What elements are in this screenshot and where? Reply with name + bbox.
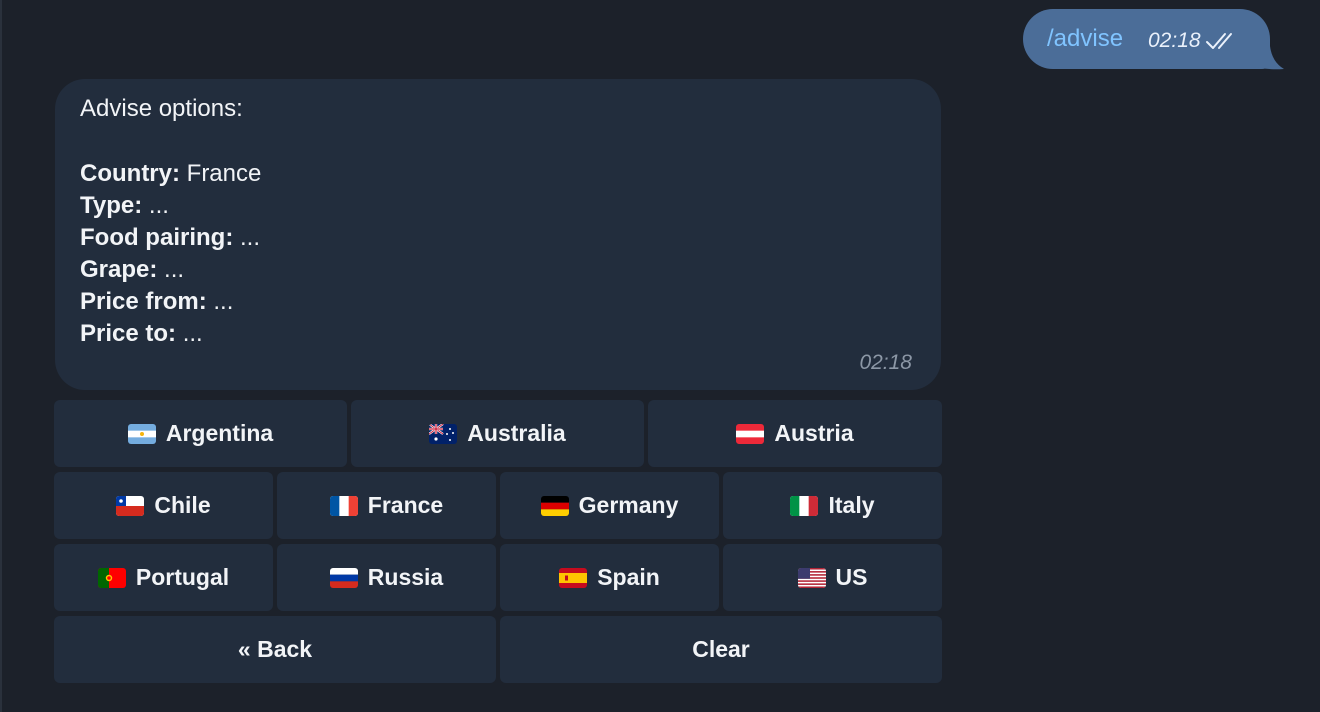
country-label: US xyxy=(835,564,868,590)
incoming-message-time: 02:18 xyxy=(859,351,912,374)
option-value: ... xyxy=(182,320,203,347)
austria-flag-icon xyxy=(736,423,765,444)
country-label: Portugal xyxy=(135,564,230,590)
option-value: ... xyxy=(213,288,234,315)
country-button-spain[interactable]: Spain xyxy=(500,544,719,611)
country-button-austria[interactable]: Austria xyxy=(648,400,942,467)
argentina-flag-icon xyxy=(127,423,156,444)
option-value: ... xyxy=(239,224,260,251)
option-label: Price to: xyxy=(80,320,177,347)
command-link[interactable]: /advise xyxy=(1047,25,1123,53)
option-value: France xyxy=(186,160,262,187)
country-label: Italy xyxy=(828,492,875,518)
option-label: Type: xyxy=(80,192,143,219)
option-label: Grape: xyxy=(80,256,158,283)
country-label: Germany xyxy=(578,492,679,518)
country-button-italy[interactable]: Italy xyxy=(723,472,942,539)
country-button-russia[interactable]: Russia xyxy=(277,544,496,611)
russia-flag-icon xyxy=(329,567,358,588)
incoming-message-bubble: Advise options: Country: France Type: ..… xyxy=(55,79,941,390)
country-button-argentina[interactable]: Argentina xyxy=(54,400,347,467)
chat-left-border xyxy=(0,0,2,712)
spain-flag-icon xyxy=(559,567,588,588)
us-flag-icon xyxy=(797,567,826,588)
country-button-chile[interactable]: Chile xyxy=(54,472,273,539)
message-header: Advise options: xyxy=(80,95,243,122)
country-label: France xyxy=(367,492,444,518)
option-grape: Grape: ... xyxy=(80,254,261,286)
option-value: ... xyxy=(148,192,169,219)
outgoing-bubble-tail xyxy=(1254,46,1284,70)
option-label: Country: xyxy=(80,160,180,187)
option-value: ... xyxy=(164,256,185,283)
country-button-portugal[interactable]: Portugal xyxy=(54,544,273,611)
outgoing-message-time: 02:18 xyxy=(1148,29,1201,52)
option-type: Type: ... xyxy=(80,190,261,222)
chile-flag-icon xyxy=(116,495,145,516)
option-country: Country: France xyxy=(80,158,261,190)
country-button-france[interactable]: France xyxy=(277,472,496,539)
country-label: Spain xyxy=(597,564,660,590)
option-label: Price from: xyxy=(80,288,207,315)
country-button-australia[interactable]: Australia xyxy=(351,400,644,467)
country-button-germany[interactable]: Germany xyxy=(500,472,719,539)
country-label: Australia xyxy=(467,420,566,446)
germany-flag-icon xyxy=(540,495,569,516)
back-button[interactable]: « Back xyxy=(54,616,496,683)
outgoing-message-meta: 02:18 xyxy=(1148,29,1239,53)
italy-flag-icon xyxy=(790,495,819,516)
country-button-us[interactable]: US xyxy=(723,544,942,611)
option-food-pairing: Food pairing: ... xyxy=(80,222,261,254)
country-label: Argentina xyxy=(165,420,274,446)
option-price-to: Price to: ... xyxy=(80,318,261,350)
options-list: Country: France Type: ... Food pairing: … xyxy=(80,158,261,350)
france-flag-icon xyxy=(329,495,358,516)
double-check-icon xyxy=(1205,33,1232,49)
option-price-from: Price from: ... xyxy=(80,286,261,318)
country-label: Chile xyxy=(154,492,211,518)
outgoing-message-bubble[interactable]: /advise 02:18 xyxy=(1023,9,1270,69)
country-label: Russia xyxy=(367,564,444,590)
country-label: Austria xyxy=(774,420,854,446)
clear-button[interactable]: Clear xyxy=(500,616,942,683)
option-label: Food pairing: xyxy=(80,224,234,251)
portugal-flag-icon xyxy=(97,567,126,588)
australia-flag-icon xyxy=(429,423,458,444)
